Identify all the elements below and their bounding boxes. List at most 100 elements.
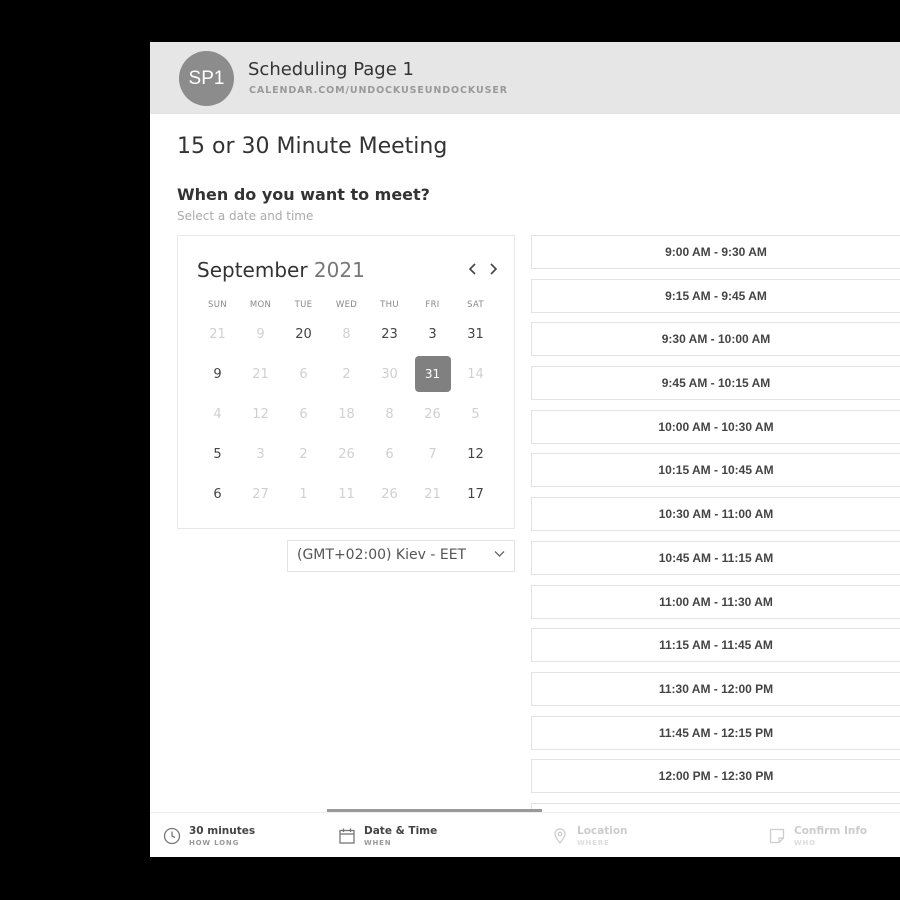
weekday-header: SUN MON TUE WED THU FRI SAT xyxy=(196,300,497,310)
day-number: 21 xyxy=(252,366,269,382)
time-slot-button[interactable]: 9:45 AM - 10:15 AM xyxy=(531,366,900,401)
day-number: 9 xyxy=(256,326,265,342)
day-number: 12 xyxy=(252,406,269,422)
day-number: 31 xyxy=(414,356,451,392)
calendar-day-unavailable: 21 xyxy=(196,314,239,354)
time-slot-button[interactable]: 10:00 AM - 10:30 AM xyxy=(531,409,900,444)
calendar-day-unavailable: 26 xyxy=(411,394,454,434)
day-number: 2 xyxy=(342,366,351,382)
time-slot-button[interactable]: 9:15 AM - 9:45 AM xyxy=(531,278,900,313)
weekday-label: WED xyxy=(335,300,358,310)
day-number: 30 xyxy=(381,366,398,382)
calendar-day-unavailable: 18 xyxy=(325,394,368,434)
scheduling-page-url: CALENDAR.COM/UNDOCKUSEUNDOCKUSER xyxy=(249,85,508,96)
page-title: 15 or 30 Minute Meeting xyxy=(177,134,448,159)
day-number: 23 xyxy=(381,326,398,342)
calendar-day-unavailable: 2 xyxy=(325,354,368,394)
time-slot-button[interactable]: 11:30 AM - 12:00 PM xyxy=(531,671,900,706)
time-slot-button[interactable]: 11:00 AM - 11:30 AM xyxy=(531,584,900,619)
step-title: 30 minutes xyxy=(189,825,256,837)
chevron-right-icon xyxy=(490,263,498,275)
day-number: 26 xyxy=(381,486,398,502)
calendar-day-unavailable: 6 xyxy=(368,434,411,474)
time-slot-button[interactable]: 10:30 AM - 11:00 AM xyxy=(531,497,900,532)
prev-month-button[interactable] xyxy=(465,260,481,278)
weekday-label: MON xyxy=(249,300,272,310)
calendar-days-grid: 21 9 20 8 23 3 31 9 21 6 2 30 31 14 4 12 6 18 8 26 5 5 3 2 26 6 7 1… xyxy=(196,314,497,514)
calendar-day-available[interactable]: 31 xyxy=(454,314,497,354)
calendar-day-available[interactable]: 6 xyxy=(196,474,239,514)
time-slot-button[interactable]: 11:45 AM - 12:15 PM xyxy=(531,715,900,750)
page-header: SP1 Scheduling Page 1 CALENDAR.COM/UNDOC… xyxy=(150,42,900,114)
timezone-select[interactable]: (GMT+02:00) Kiev - EET xyxy=(287,540,515,572)
day-number: 26 xyxy=(424,406,441,422)
calendar-day-unavailable: 8 xyxy=(368,394,411,434)
month-label: September xyxy=(197,258,308,282)
calendar-day-available[interactable]: 17 xyxy=(454,474,497,514)
day-number: 2 xyxy=(299,446,308,462)
time-slot-button[interactable]: 11:15 AM - 11:45 AM xyxy=(531,628,900,663)
step-subtitle: HOW LONG xyxy=(189,839,240,847)
chevron-down-icon xyxy=(493,547,506,564)
time-slot-button[interactable]: 10:15 AM - 10:45 AM xyxy=(531,453,900,488)
weekday-label: THU xyxy=(380,300,399,310)
day-number: 18 xyxy=(338,406,355,422)
month-year-label: September 2021 xyxy=(197,258,365,282)
calendar-icon xyxy=(339,828,355,844)
time-slot-button[interactable]: 9:00 AM - 9:30 AM xyxy=(531,235,900,269)
day-number: 5 xyxy=(471,406,480,422)
calendar-day-unavailable: 1 xyxy=(282,474,325,514)
calendar-day-available[interactable]: 5 xyxy=(196,434,239,474)
calendar-day-unavailable: 3 xyxy=(239,434,282,474)
step-subtitle: WHEN xyxy=(364,839,392,847)
timezone-value: (GMT+02:00) Kiev - EET xyxy=(297,547,467,563)
clock-icon xyxy=(163,827,181,845)
day-number: 21 xyxy=(424,486,441,502)
calendar-day-selected[interactable]: 31 xyxy=(411,354,454,394)
day-number: 6 xyxy=(385,446,394,462)
avatar: SP1 xyxy=(179,51,234,106)
booking-steps-bar: 30 minutes HOW LONG Date & Time WHEN Loc… xyxy=(150,809,900,857)
calendar-day-available[interactable]: 20 xyxy=(282,314,325,354)
next-month-button[interactable] xyxy=(485,260,501,278)
calendar-day-unavailable: 30 xyxy=(368,354,411,394)
calendar-day-unavailable: 21 xyxy=(411,474,454,514)
calendar-day-unavailable: 2 xyxy=(282,434,325,474)
calendar-day-unavailable: 6 xyxy=(282,354,325,394)
day-number: 8 xyxy=(342,326,351,342)
day-number: 14 xyxy=(467,366,484,382)
calendar-day-available[interactable]: 9 xyxy=(196,354,239,394)
day-number: 12 xyxy=(467,446,484,462)
day-number: 3 xyxy=(428,326,437,342)
calendar-day-unavailable: 27 xyxy=(239,474,282,514)
weekday-label: SAT xyxy=(467,300,484,310)
time-slot-button[interactable]: 9:30 AM - 10:00 AM xyxy=(531,322,900,357)
day-number: 9 xyxy=(213,366,222,382)
location-pin-icon xyxy=(554,828,566,845)
year-label: 2021 xyxy=(313,258,365,282)
calendar-day-unavailable: 4 xyxy=(196,394,239,434)
calendar-day-unavailable: 21 xyxy=(239,354,282,394)
calendar-day-unavailable: 7 xyxy=(411,434,454,474)
day-number: 6 xyxy=(299,406,308,422)
day-number: 5 xyxy=(213,446,222,462)
day-number: 21 xyxy=(209,326,226,342)
day-number: 27 xyxy=(252,486,269,502)
time-slot-button[interactable]: 10:45 AM - 11:15 AM xyxy=(531,540,900,575)
day-number: 3 xyxy=(256,446,265,462)
calendar-day-available[interactable]: 3 xyxy=(411,314,454,354)
calendar-day-unavailable: 8 xyxy=(325,314,368,354)
prompt-title: When do you want to meet? xyxy=(177,185,430,204)
scheduling-window: SP1 Scheduling Page 1 CALENDAR.COM/UNDOC… xyxy=(150,42,900,857)
calendar-day-available[interactable]: 12 xyxy=(454,434,497,474)
calendar-day-unavailable: 11 xyxy=(325,474,368,514)
day-number: 6 xyxy=(213,486,222,502)
day-number: 4 xyxy=(213,406,222,422)
calendar-day-available[interactable]: 23 xyxy=(368,314,411,354)
day-number: 7 xyxy=(428,446,437,462)
time-slot-button[interactable]: 12:00 PM - 12:30 PM xyxy=(531,759,900,794)
time-slot-list: 9:00 AM - 9:30 AM 9:15 AM - 9:45 AM 9:30 A… xyxy=(531,235,900,847)
calendar-day-unavailable: 26 xyxy=(368,474,411,514)
step-title: Date & Time xyxy=(364,825,438,837)
calendar-day-unavailable: 12 xyxy=(239,394,282,434)
